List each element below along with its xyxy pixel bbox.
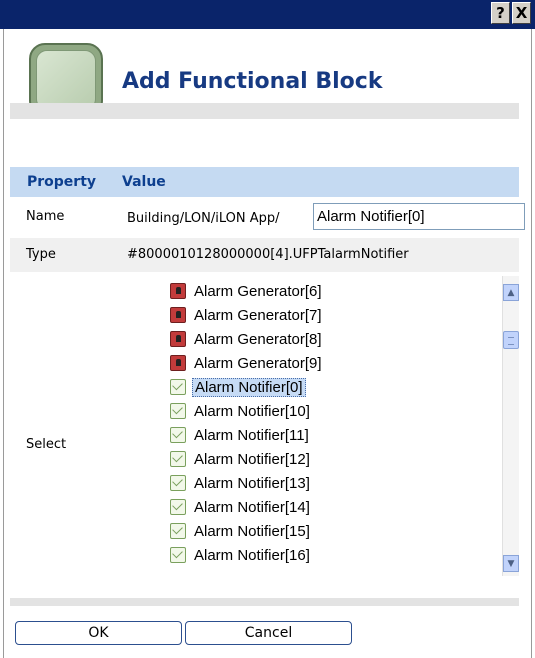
name-path-prefix: Building/LON/iLON App/ xyxy=(127,211,280,226)
type-label: Type xyxy=(26,247,56,262)
name-input[interactable] xyxy=(313,203,525,230)
add-functional-block-dialog: ? X Add Functional Block Property Value … xyxy=(0,0,535,658)
list-item-label: Alarm Generator[7] xyxy=(194,306,322,324)
select-row: Select Alarm Generator[6] Alarm Generator… xyxy=(10,276,519,576)
list-item[interactable]: Alarm Generator[6] xyxy=(170,279,324,303)
alarm-notifier-icon xyxy=(170,547,186,563)
alarm-notifier-icon xyxy=(170,475,186,491)
close-button[interactable]: X xyxy=(512,2,531,24)
alarm-notifier-icon xyxy=(170,403,186,419)
type-value: #8000010128000000[4].UFPTalarmNotifier xyxy=(127,247,409,262)
list-item[interactable]: Alarm Notifier[0] xyxy=(170,375,306,399)
alarm-notifier-icon xyxy=(170,499,186,515)
list-item[interactable]: Alarm Generator[9] xyxy=(170,351,324,375)
list-item-label: Alarm Notifier[15] xyxy=(194,522,310,540)
list-scrollbar[interactable]: ▲ ▼ xyxy=(502,276,519,576)
list-item-label: Alarm Notifier[10] xyxy=(194,402,310,420)
help-button[interactable]: ? xyxy=(491,2,510,24)
header-property: Property xyxy=(27,174,97,190)
list-item[interactable]: Alarm Generator[7] xyxy=(170,303,324,327)
dialog-title: Add Functional Block xyxy=(122,69,383,94)
alarm-notifier-icon xyxy=(170,451,186,467)
header-value: Value xyxy=(122,174,166,190)
list-item-label: Alarm Generator[6] xyxy=(194,282,322,300)
list-item[interactable]: Alarm Notifier[11] xyxy=(170,423,311,447)
list-item-label: Alarm Notifier[13] xyxy=(194,474,310,492)
select-label: Select xyxy=(26,437,67,452)
title-bar: ? X xyxy=(0,0,535,29)
list-item-label: Alarm Generator[9] xyxy=(194,354,322,372)
list-item[interactable]: Alarm Generator[8] xyxy=(170,327,324,351)
list-item[interactable]: Alarm Notifier[10] xyxy=(170,399,312,423)
name-label: Name xyxy=(26,209,65,224)
alarm-generator-icon xyxy=(170,331,186,347)
name-row: Name Building/LON/iLON App/ xyxy=(10,200,525,234)
bottom-separator-bar xyxy=(10,598,519,606)
list-item-label: Alarm Notifier[14] xyxy=(194,498,310,516)
list-item[interactable]: Alarm Notifier[13] xyxy=(170,471,312,495)
list-item-label: Alarm Notifier[12] xyxy=(194,450,310,468)
list-item-label: Alarm Notifier[11] xyxy=(194,426,309,444)
scroll-thumb[interactable] xyxy=(503,331,519,349)
list-item-label: Alarm Notifier[0] xyxy=(192,377,306,397)
list-item-label: Alarm Generator[8] xyxy=(194,330,322,348)
list-item-label: Alarm Notifier[16] xyxy=(194,546,310,564)
block-select-list[interactable]: Alarm Generator[6] Alarm Generator[7] Alar… xyxy=(120,276,514,576)
type-row: Type #8000010128000000[4].UFPTalarmNotif… xyxy=(10,238,519,272)
alarm-generator-icon xyxy=(170,355,186,371)
table-header: Property Value xyxy=(10,167,519,197)
scroll-up-arrow-icon[interactable]: ▲ xyxy=(503,284,519,301)
alarm-generator-icon xyxy=(170,283,186,299)
list-item[interactable]: Alarm Notifier[14] xyxy=(170,495,312,519)
ok-button[interactable]: OK xyxy=(15,621,182,645)
list-item[interactable]: Alarm Notifier[15] xyxy=(170,519,312,543)
alarm-notifier-icon xyxy=(170,523,186,539)
scroll-down-arrow-icon[interactable]: ▼ xyxy=(503,555,519,572)
alarm-notifier-icon xyxy=(170,379,186,395)
top-separator-bar xyxy=(10,103,519,119)
list-item[interactable]: Alarm Notifier[12] xyxy=(170,447,312,471)
list-item[interactable]: Alarm Notifier[16] xyxy=(170,543,312,567)
alarm-generator-icon xyxy=(170,307,186,323)
alarm-notifier-icon xyxy=(170,427,186,443)
cancel-button[interactable]: Cancel xyxy=(185,621,352,645)
